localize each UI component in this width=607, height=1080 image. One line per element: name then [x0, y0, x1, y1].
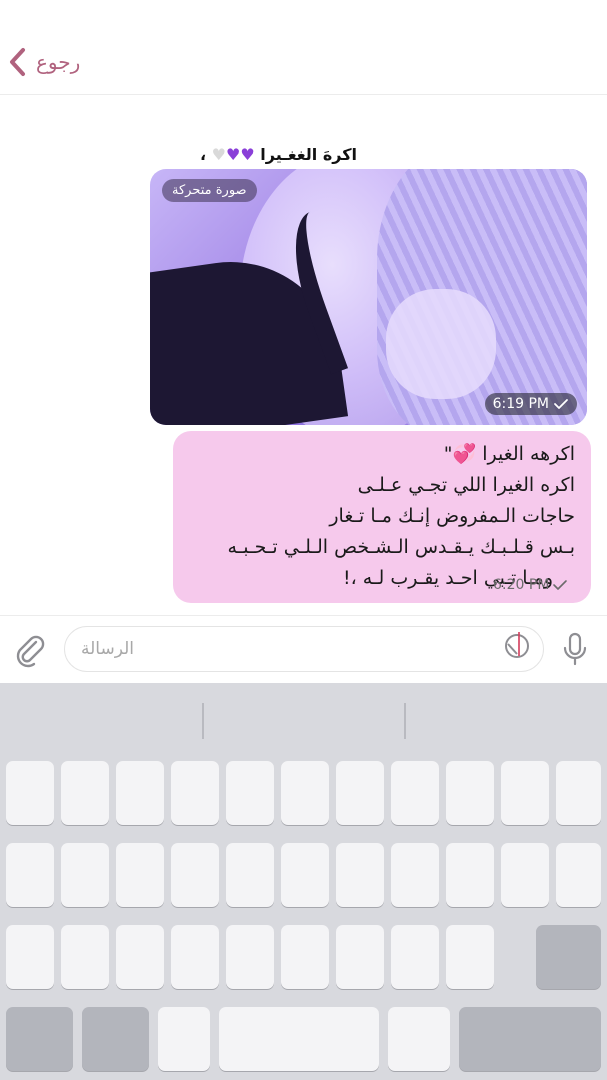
keyboard-key[interactable] [391, 925, 439, 989]
space-key[interactable] [219, 1007, 379, 1071]
back-button[interactable]: رجوع [8, 44, 80, 80]
emoji-key[interactable] [158, 1007, 210, 1071]
message-timestamp: 6:20 PM [493, 577, 568, 593]
keyboard-key[interactable] [336, 925, 384, 989]
keyboard-key[interactable] [501, 843, 549, 907]
keyboard-key[interactable] [61, 843, 109, 907]
attach-button[interactable] [12, 632, 48, 668]
microphone-icon [563, 632, 587, 666]
microphone-button[interactable] [560, 630, 590, 670]
message-field[interactable] [64, 626, 544, 672]
keyboard-key[interactable] [391, 843, 439, 907]
sticker-button[interactable] [502, 630, 532, 660]
caption-text: اكرهَ الغغـيرا [260, 145, 357, 164]
chevron-left-icon [10, 48, 25, 76]
keyboard-key[interactable] [501, 761, 549, 825]
message-line: اكرهه الغيرا 💞" [443, 443, 575, 465]
message-line: اكره الغيرا اللي تجـي عـلـى [357, 474, 575, 496]
keyboard-key[interactable] [446, 843, 494, 907]
gif-badge: صورة متحركة [162, 179, 257, 202]
keyboard-key[interactable] [116, 843, 164, 907]
globe-key[interactable] [82, 1007, 149, 1071]
caption-hearts: ♥♥♥ [206, 145, 255, 164]
suggestion-divider [202, 703, 204, 739]
keyboard-key[interactable] [171, 925, 219, 989]
keyboard-key[interactable] [388, 1007, 450, 1071]
sticker-icon [505, 632, 529, 658]
keyboard-key[interactable] [556, 761, 601, 825]
suggestion-divider [404, 703, 406, 739]
keyboard-key[interactable] [556, 843, 601, 907]
keyboard-key[interactable] [116, 925, 164, 989]
gif-image-region [386, 289, 496, 399]
keyboard-key[interactable] [281, 761, 329, 825]
text-message[interactable]: اكرهه الغيرا 💞" اكره الغيرا اللي تجـي عـ… [173, 431, 591, 603]
keyboard-key[interactable] [171, 761, 219, 825]
gif-time: 6:19 PM [492, 396, 549, 412]
keyboard-key[interactable] [6, 925, 54, 989]
keyboard-key[interactable] [281, 925, 329, 989]
keyboard-key[interactable] [226, 843, 274, 907]
keyboard-key[interactable] [336, 761, 384, 825]
keyboard-key[interactable] [6, 843, 54, 907]
message-input-bar [0, 615, 607, 683]
keyboard-key[interactable] [226, 925, 274, 989]
white-heart-icon: ♥ [211, 145, 226, 164]
return-key[interactable] [459, 1007, 601, 1071]
numbers-key[interactable] [6, 1007, 73, 1071]
paperclip-icon [16, 635, 45, 668]
suggestion-bar [0, 683, 607, 755]
chat-header: رجوع [0, 0, 607, 95]
keyboard-key[interactable] [336, 843, 384, 907]
keyboard-key[interactable] [446, 925, 494, 989]
purple-heart-icon: ♥ [225, 145, 241, 164]
keyboard-key[interactable] [226, 761, 274, 825]
keyboard-key[interactable] [6, 761, 54, 825]
backspace-key[interactable] [536, 925, 601, 989]
message-input[interactable] [65, 627, 543, 671]
keyboard-key[interactable] [171, 843, 219, 907]
message-time: 6:20 PM [493, 577, 550, 593]
keyboard-key[interactable] [281, 843, 329, 907]
message-line: بـس قـلـبـك يـقـدس الـشـخص الـلـي تـحـبـ… [227, 536, 575, 558]
keyboard-key[interactable] [391, 761, 439, 825]
keyboard [0, 683, 607, 1080]
checkmark-icon [553, 580, 568, 590]
message-line: حاجات الـمفروض إنـك مـا تـغار [329, 505, 575, 527]
keyboard-key[interactable] [116, 761, 164, 825]
chat-area: اكرهَ الغغـيرا ♥♥♥ ، صورة متحركة 6:19 PM… [0, 95, 607, 615]
gif-timestamp: 6:19 PM [484, 393, 577, 415]
gif-message[interactable]: صورة متحركة 6:19 PM [150, 169, 587, 425]
message-caption: اكرهَ الغغـيرا ♥♥♥ ، [200, 145, 357, 164]
keyboard-key[interactable] [446, 761, 494, 825]
purple-heart-icon: ♥ [240, 145, 255, 164]
back-label: رجوع [36, 50, 81, 74]
keyboard-key[interactable] [61, 925, 109, 989]
checkmark-icon [554, 399, 568, 409]
keyboard-key[interactable] [61, 761, 109, 825]
